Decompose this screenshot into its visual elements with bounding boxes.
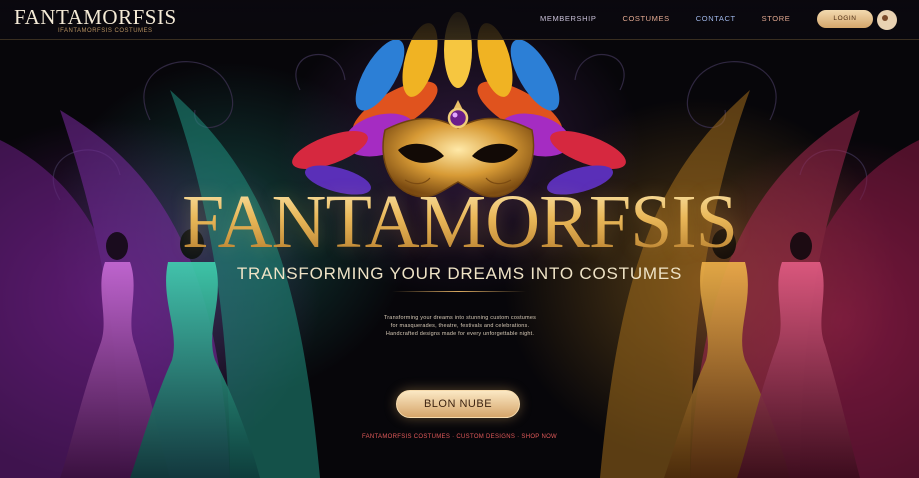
- nav-menu: MEMBERSHIP COSTUMES CONTACT STORE: [540, 14, 816, 23]
- hero-description-line: Transforming your dreams into stunning c…: [383, 315, 537, 321]
- hero-cta-button[interactable]: BLON NUBE: [396, 390, 520, 418]
- hero-subtitle: TRANSFORMING YOUR DREAMS INTO COSTUMES: [236, 264, 683, 283]
- footer-note: FANTAMORFSIS COSTUMES · CUSTOM DESIGNS ·…: [361, 434, 558, 440]
- nav-link-membership[interactable]: MEMBERSHIP: [540, 14, 596, 23]
- divider: [392, 291, 526, 292]
- nav-link-store[interactable]: STORE: [762, 14, 791, 23]
- hero-background: FANTAMORFSIS IFANTAMORFSIS COSTUMES MEMB…: [0, 0, 919, 478]
- nav-link-costumes[interactable]: COSTUMES: [622, 14, 669, 23]
- hero-description-line: for masquerades, theatre, festivals and …: [390, 323, 530, 329]
- brand-logo[interactable]: FANTAMORFSIS: [14, 5, 177, 30]
- hero-description: Transforming your dreams into stunning c…: [360, 314, 560, 338]
- top-navigation-bar: FANTAMORFSIS IFANTAMORFSIS COSTUMES MEMB…: [0, 0, 919, 40]
- theme-toggle-button[interactable]: [877, 10, 897, 30]
- login-button[interactable]: LOGIN: [817, 10, 873, 28]
- brand-tagline: IFANTAMORFSIS COSTUMES: [58, 28, 153, 34]
- hero-description-line: Handcrafted designs made for every unfor…: [385, 331, 535, 337]
- hero-title: FANTAMORFSIS: [0, 178, 919, 266]
- nav-link-contact[interactable]: CONTACT: [696, 14, 736, 23]
